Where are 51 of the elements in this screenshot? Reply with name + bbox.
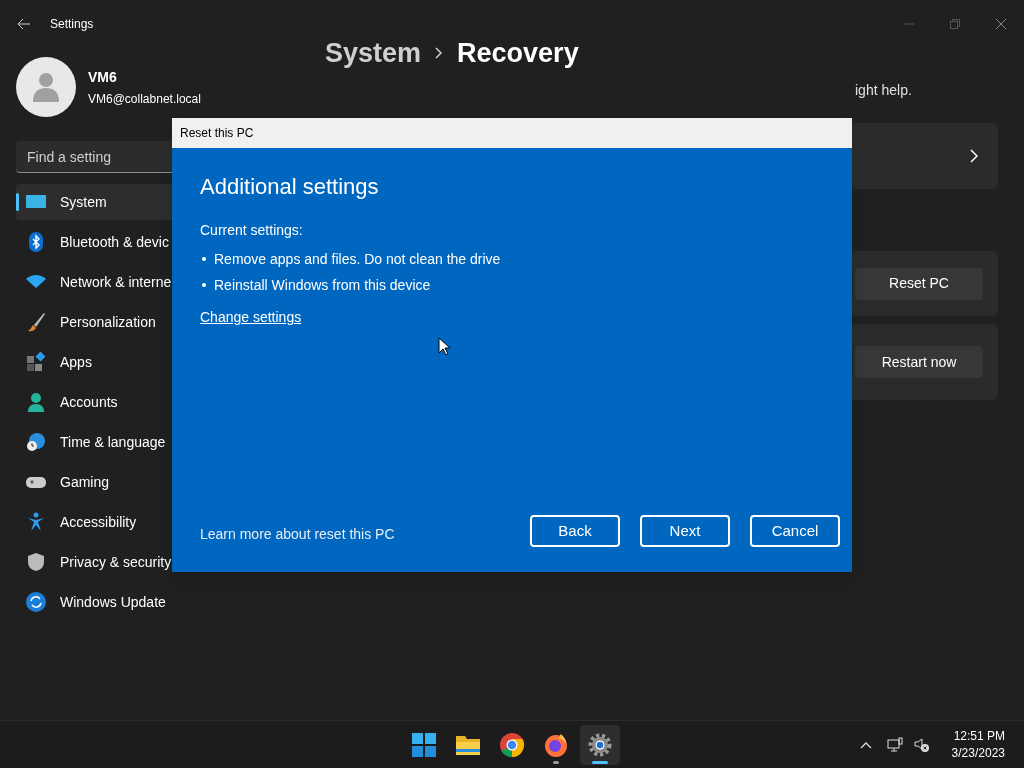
card-button[interactable]: Restart now xyxy=(855,346,983,378)
back-arrow-icon[interactable] xyxy=(17,18,31,30)
sidebar-item[interactable]: Time & language xyxy=(16,424,286,460)
breadcrumb-parent[interactable]: System xyxy=(325,32,422,74)
close-icon[interactable] xyxy=(996,19,1006,29)
chrome-icon xyxy=(499,731,525,758)
taskbar-app[interactable] xyxy=(580,724,620,765)
running-indicator xyxy=(553,760,559,764)
apps-icon xyxy=(26,352,46,372)
person-icon xyxy=(26,392,46,412)
update-icon xyxy=(26,592,46,612)
brush-icon xyxy=(26,312,46,332)
network-monitor-icon[interactable] xyxy=(886,736,903,753)
current-settings-label: Current settings: xyxy=(200,221,304,240)
accessibility-icon xyxy=(26,512,46,532)
window-title: Settings xyxy=(50,16,94,33)
dialog-button[interactable]: Cancel xyxy=(750,515,840,547)
sidebar-item[interactable]: Accounts xyxy=(16,384,286,420)
selection-indicator xyxy=(16,193,19,211)
bullet-icon xyxy=(202,283,206,287)
change-settings-link[interactable]: Change settings xyxy=(200,309,302,325)
running-indicator xyxy=(592,760,608,764)
sidebar-item[interactable]: Gaming xyxy=(16,464,286,500)
mouse-pointer-icon xyxy=(438,337,450,356)
sidebar-item[interactable]: Apps xyxy=(16,344,286,380)
bluetooth-icon xyxy=(26,232,46,252)
page-title: Recovery xyxy=(457,36,579,70)
chevron-right-icon xyxy=(970,149,978,163)
shield-icon xyxy=(26,552,46,572)
clock-time[interactable]: 12:51 PM xyxy=(953,727,1005,745)
description-text: ight help. xyxy=(855,80,912,100)
profile-email: VM6@collabnet.local xyxy=(88,90,201,108)
dialog-button[interactable]: Next xyxy=(640,515,730,547)
globe-clock-icon xyxy=(26,432,46,452)
card-button[interactable]: Reset PC xyxy=(855,267,983,300)
clock-date[interactable]: 3/23/2023 xyxy=(951,744,1005,762)
chevron-up-icon[interactable] xyxy=(859,740,872,749)
sidebar-item[interactable]: Privacy & security xyxy=(16,544,286,580)
sidebar-item[interactable]: Windows Update xyxy=(16,584,286,620)
settings-item-text: Reinstall Windows from this device xyxy=(214,275,431,295)
profile-name: VM6 xyxy=(88,67,118,87)
dialog-button[interactable]: Back xyxy=(530,515,620,547)
speaker-muted-icon[interactable] xyxy=(913,736,930,753)
bullet-icon xyxy=(202,257,206,261)
settings-item-text: Remove apps and files. Do not clean the drive xyxy=(214,249,501,269)
learn-more-link[interactable]: Learn more about reset this PC xyxy=(200,523,395,545)
person-icon xyxy=(31,72,61,102)
windows-logo-icon xyxy=(412,732,436,757)
dialog-title: Reset this PC xyxy=(180,125,254,142)
gear-icon xyxy=(587,731,613,758)
chevron-right-icon xyxy=(435,47,444,59)
